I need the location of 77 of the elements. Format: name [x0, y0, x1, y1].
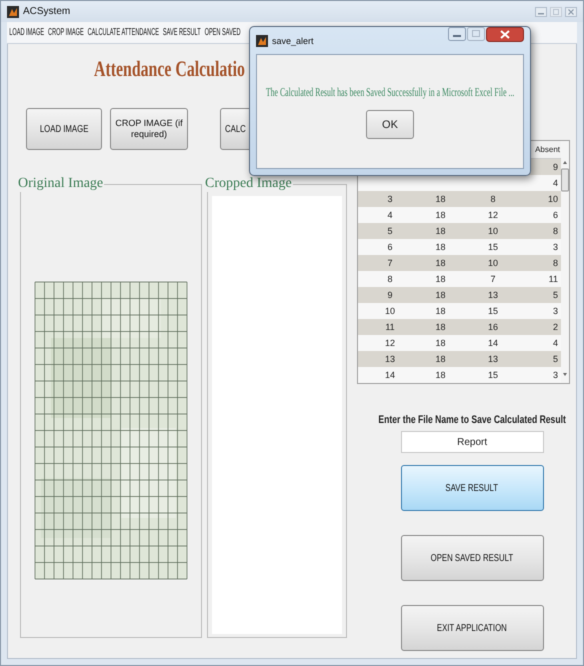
table-cell-text: 10 — [486, 257, 499, 270]
menu-item[interactable]: CALCULATE ATTENDANCE — [88, 27, 159, 38]
table-cell-text: 3 — [552, 305, 559, 318]
table-cell-text: 11 — [548, 273, 559, 286]
table-cell-text: 10 — [546, 193, 559, 206]
app-icon — [256, 34, 268, 46]
table-cell-text: 18 — [434, 289, 446, 302]
scrollbar[interactable] — [561, 141, 569, 383]
table-cell-text: 3 — [552, 369, 559, 382]
action-button[interactable]: SAVE RESULT — [400, 465, 544, 511]
table-cell-text: 5 — [552, 289, 559, 302]
table-cell-text: 9 — [386, 289, 394, 302]
table-cell-text: 15 — [486, 305, 499, 318]
toolbar-button[interactable]: LOAD IMAGE — [26, 108, 102, 150]
menu-item[interactable]: LOAD IMAGE — [9, 27, 44, 38]
action-button[interactable]: EXIT APPLICATION — [400, 605, 544, 651]
table-cell-text: 3 — [386, 193, 394, 206]
table-cell-text: 8 — [552, 225, 559, 238]
table-cell-text: 9 — [552, 161, 559, 174]
table-cell-text: 12 — [486, 209, 499, 222]
table-cell-text: 15 — [486, 241, 499, 254]
table-cell-text: 7 — [386, 257, 394, 270]
maximize-icon[interactable] — [550, 6, 562, 16]
field-label: Enter the File Name to Save Calculated Result — [377, 414, 567, 426]
menu-item[interactable]: CROP IMAGE — [48, 27, 84, 38]
table-cell-text: 13 — [486, 353, 499, 366]
table-cell-text: 8 — [489, 193, 496, 206]
close-icon[interactable] — [486, 27, 524, 42]
table-cell-text: 18 — [434, 225, 446, 238]
table-cell-text: 2 — [552, 321, 559, 334]
file-name-field[interactable]: Report — [400, 431, 544, 453]
table-cell-text: 4 — [386, 209, 394, 222]
action-button[interactable]: OPEN SAVED RESULT — [400, 535, 544, 581]
table-cell-text: 14 — [486, 337, 499, 350]
table-cell-text: 8 — [386, 273, 394, 286]
table-cell-text: 10 — [384, 305, 396, 318]
panel-title: Original Image — [17, 176, 104, 192]
table-cell-text: 6 — [386, 241, 394, 254]
ok-button[interactable]: OK — [366, 110, 414, 139]
table-cell-text: 18 — [434, 305, 446, 318]
minimize-icon[interactable] — [448, 27, 466, 41]
table-cell-text: 18 — [434, 209, 446, 222]
table-cell-text: 10 — [486, 225, 499, 238]
table-cell-text: 13 — [384, 353, 396, 366]
table-cell-text: 18 — [434, 353, 446, 366]
table-cell-text: 4 — [552, 177, 559, 190]
table-cell-text: 15 — [486, 369, 499, 382]
table-cell-text: 7 — [489, 273, 496, 286]
column-header: Absent — [534, 144, 561, 156]
table-cell-text: 14 — [384, 369, 396, 382]
dialog-title: save_alert — [272, 36, 314, 46]
table-cell-text: 11 — [384, 321, 396, 334]
menu-item[interactable]: SAVE RESULT — [162, 27, 201, 38]
table-cell-text: 18 — [434, 321, 446, 334]
app-icon — [7, 6, 19, 18]
table-cell-text: 18 — [434, 257, 446, 270]
table-cell-text: 5 — [386, 225, 394, 238]
panel-title: Cropped Image — [204, 176, 293, 192]
table-cell-text: 8 — [552, 257, 559, 270]
table-cell-text: 5 — [552, 353, 559, 366]
app-heading: Attendance Calculatio — [94, 56, 245, 82]
window-title: ACSystem — [23, 6, 70, 17]
table-cell-text: 4 — [552, 337, 559, 350]
table-cell-text: 16 — [486, 321, 499, 334]
table-cell-text: 18 — [434, 241, 446, 254]
minimize-icon[interactable] — [535, 6, 547, 16]
dialog-message: The Calculated Result has been Saved Successfully in a Microsoft Excel File ... — [264, 85, 516, 100]
table-cell-text: 6 — [552, 209, 559, 222]
table-cell-text: 3 — [552, 241, 559, 254]
table-cell-text: 18 — [434, 337, 446, 350]
table-cell-text: 12 — [384, 337, 396, 350]
table-cell-text: 18 — [434, 273, 446, 286]
table-cell-text: 18 — [434, 369, 446, 382]
menu-item[interactable]: OPEN SAVED — [204, 27, 241, 38]
toolbar-button[interactable]: CROP IMAGE (if required) — [110, 108, 188, 150]
table-cell-text: 13 — [486, 289, 499, 302]
table-cell-text: 18 — [434, 193, 446, 206]
